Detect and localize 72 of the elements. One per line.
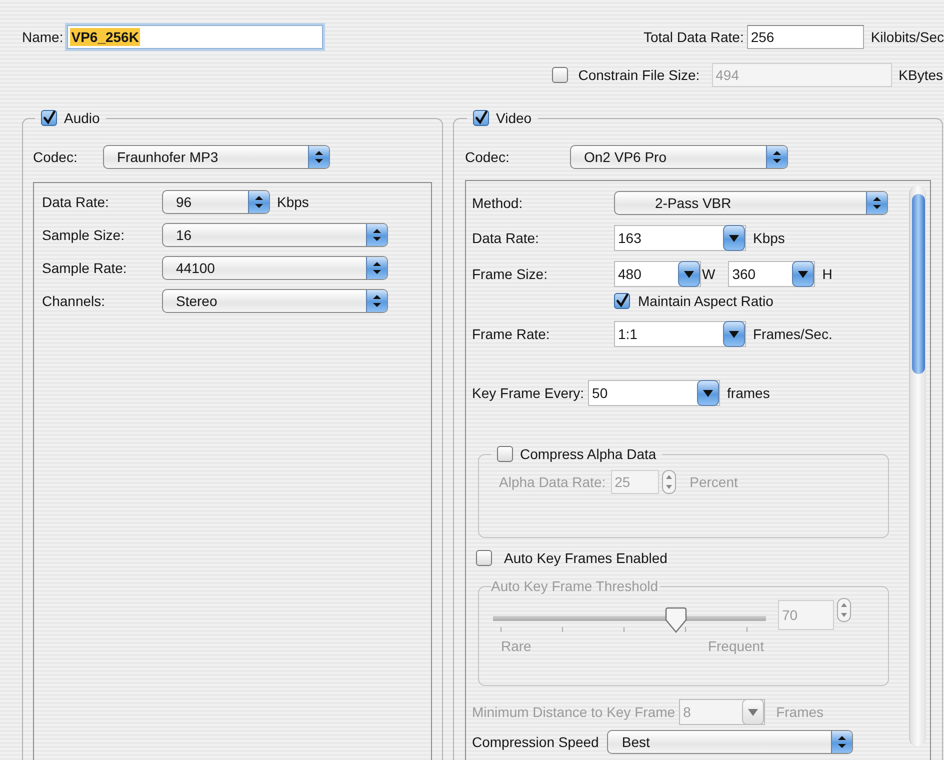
field-label: Codec: (33, 149, 78, 165)
field-label: Channels: (42, 293, 106, 309)
combo-box[interactable]: 50 (588, 380, 720, 406)
dropdown[interactable]: 44100 (162, 256, 388, 280)
dropdown[interactable]: 16 (162, 223, 388, 247)
field-label: Sample Rate: (42, 260, 128, 276)
stepper-icon (837, 598, 851, 622)
slider-thumb[interactable] (664, 607, 688, 633)
dropdown[interactable]: 96 (162, 190, 270, 214)
field-label: Total Data Rate: (643, 29, 744, 45)
field-label: Frame Size: (472, 266, 548, 282)
field-label: Method: (472, 195, 524, 211)
field-label: Name: (22, 29, 64, 45)
field-label: Frame Rate: (472, 326, 551, 342)
dropdown[interactable]: 2-Pass VBR (614, 191, 888, 215)
updown-arrows-icon (366, 290, 387, 312)
checkbox-label: Audio (64, 110, 100, 126)
checkbox-label: Auto Key Frames Enabled (504, 550, 668, 566)
combo-box[interactable]: 1:1 (614, 321, 746, 347)
checkmark-icon (474, 110, 488, 126)
name-field[interactable]: VP6_256K (67, 25, 324, 49)
updown-arrows-icon (866, 192, 887, 214)
field-label: Key Frame Every: (472, 385, 584, 401)
updown-arrows-icon (248, 191, 269, 213)
scrollbar[interactable] (909, 186, 926, 746)
unit-label: frames (727, 385, 770, 401)
checkbox[interactable] (476, 550, 492, 566)
dropdown[interactable]: Stereo (162, 289, 388, 313)
dropdown[interactable]: On2 VP6 Pro (570, 145, 788, 169)
checkbox[interactable] (41, 110, 57, 126)
field-label: Sample Size: (42, 227, 126, 243)
unit-label: Percent (690, 474, 738, 490)
field-label: Alpha Data Rate: (499, 474, 606, 490)
unit-label: W (702, 266, 716, 282)
unit-label: H (822, 266, 832, 282)
field-label: Data Rate: (472, 230, 540, 246)
updown-arrows-icon (366, 257, 387, 279)
stepper-icon (662, 470, 676, 494)
checkbox-label: Maintain Aspect Ratio (638, 293, 774, 309)
checkbox[interactable] (614, 293, 630, 309)
group-title: Auto Key Frame Threshold (491, 578, 658, 594)
unit-label: Frames (776, 704, 824, 720)
checkbox-label: Compress Alpha Data (520, 446, 656, 462)
checkbox-label: Video (496, 110, 532, 126)
unit-label: Kilobits/Sec (870, 29, 944, 45)
field-label: Minimum Distance to Key Frame (472, 704, 676, 720)
unit-label: Kbps (753, 230, 785, 246)
combo-box[interactable]: 360 (728, 261, 816, 287)
combo-box[interactable]: 163 (614, 225, 746, 251)
field-label: Codec: (465, 149, 510, 165)
unit-label: KBytes (898, 67, 943, 83)
checkbox[interactable] (497, 446, 513, 462)
updown-arrows-icon (308, 146, 329, 168)
checkbox[interactable] (473, 110, 489, 126)
field-label: Compression Speed (472, 734, 599, 750)
updown-arrows-icon (766, 146, 787, 168)
checkmark-icon (615, 293, 629, 309)
dropdown[interactable]: Best (606, 730, 853, 754)
combo-box[interactable]: 480 (614, 261, 701, 287)
dropdown[interactable]: Fraunhofer MP3 (103, 145, 330, 169)
unit-label: Kbps (277, 194, 309, 210)
scale-label: Rare (501, 638, 532, 654)
updown-arrows-icon (366, 224, 387, 246)
field-label: Data Rate: (42, 194, 110, 210)
scrollbar-thumb[interactable] (912, 194, 925, 374)
input-field[interactable]: 256 (746, 25, 864, 49)
updown-arrows-icon (830, 731, 852, 753)
checkbox[interactable] (552, 67, 568, 83)
unit-label: Frames/Sec. (753, 326, 832, 342)
checkmark-icon (42, 110, 56, 126)
scale-label: Frequent (708, 638, 764, 654)
checkbox-label: Constrain File Size: (578, 67, 700, 83)
